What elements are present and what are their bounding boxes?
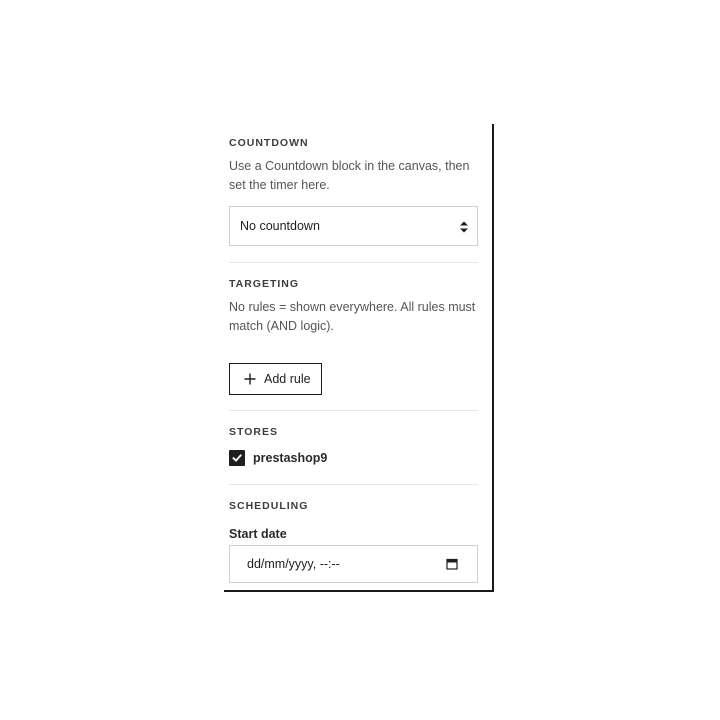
countdown-select-value: No countdown	[240, 219, 320, 233]
stores-heading: STORES	[229, 426, 278, 438]
targeting-section: TARGETING No rules = shown everywhere. A…	[229, 278, 478, 395]
targeting-help: No rules = shown everywhere. All rules m…	[229, 300, 476, 333]
start-date-label: Start date	[229, 527, 287, 541]
calendar-icon[interactable]	[446, 558, 458, 570]
store-checkbox[interactable]	[229, 450, 245, 466]
targeting-heading: TARGETING	[229, 278, 300, 290]
store-item[interactable]: prestashop9	[229, 450, 478, 466]
stores-section: STORES prestashop9	[229, 426, 478, 466]
countdown-help: Use a Countdown block in the canvas, the…	[229, 159, 470, 192]
scheduling-heading: SCHEDULING	[229, 500, 309, 512]
section-divider	[229, 484, 478, 485]
section-divider	[229, 262, 478, 263]
add-rule-label: Add rule	[264, 372, 311, 386]
countdown-section: COUNTDOWN Use a Countdown block in the c…	[229, 137, 478, 246]
countdown-select[interactable]: No countdown	[229, 206, 478, 246]
plus-icon	[244, 373, 256, 385]
store-label: prestashop9	[253, 451, 328, 465]
start-date-input[interactable]: dd/mm/yyyy, --:--	[229, 545, 478, 583]
start-date-placeholder: dd/mm/yyyy, --:--	[247, 557, 340, 571]
section-divider	[229, 410, 478, 411]
add-rule-button[interactable]: Add rule	[229, 363, 322, 395]
check-icon	[232, 454, 242, 462]
countdown-heading: COUNTDOWN	[229, 137, 309, 149]
scheduling-section: SCHEDULING Start date dd/mm/yyyy, --:--	[229, 500, 478, 583]
select-arrows-icon	[460, 221, 468, 233]
settings-panel: COUNTDOWN Use a Countdown block in the c…	[224, 124, 494, 592]
